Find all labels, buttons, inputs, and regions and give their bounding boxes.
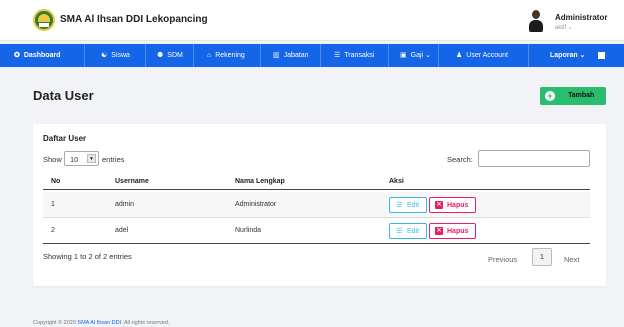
user-name[interactable]: Administrator [555, 13, 607, 22]
cart-icon: ☰ [334, 52, 341, 59]
cell-no: 2 [51, 227, 55, 234]
delete-button[interactable]: ✕ Hapus [429, 223, 476, 239]
dashboard-icon: ✪ [14, 52, 20, 59]
user-list-card: Daftar User Show 10 ▼ entries Search: No… [33, 124, 606, 286]
nav-rekening-label: Rekening [215, 52, 245, 59]
report-icon[interactable] [598, 52, 605, 59]
table-row: 2 adel Nurlinda ☰ Edit ✕ Hapus [43, 218, 590, 243]
wallet-icon: ▣ [400, 52, 407, 59]
nav-laporan-label: Laporan ⌄ [550, 52, 586, 59]
table-header-divider [43, 189, 590, 190]
pagination-previous[interactable]: Previous [488, 255, 517, 264]
plus-icon: + [545, 91, 555, 101]
nav-dashboard-label: Dashboard [23, 52, 61, 59]
page-size-select[interactable]: 10 ▼ [64, 151, 99, 166]
nav-laporan[interactable]: Laporan ⌄ [550, 44, 585, 67]
close-icon: ✕ [435, 227, 443, 235]
add-button-label: Tambah [568, 92, 595, 99]
footer-suffix: . All rights reserved. [121, 320, 170, 326]
top-header: SMA Al Ihsan DDI Lekopancing Administrat… [0, 0, 624, 41]
search-input[interactable] [478, 150, 590, 167]
pagination-page-1[interactable]: 1 [532, 248, 552, 266]
edit-button-label: Edit [407, 202, 420, 209]
col-header-username[interactable]: Username [115, 178, 149, 185]
nav-sdm-label: SDM [167, 52, 183, 59]
cell-nama: Nurlinda [235, 227, 262, 234]
nav-transaksi[interactable]: ☰ Transaksi [334, 44, 374, 67]
teacher-icon: ⚉ [157, 52, 164, 59]
cell-nama: Administrator [235, 201, 277, 208]
col-header-aksi[interactable]: Aksi [389, 178, 404, 185]
nav-siswa[interactable]: ☯ Siswa [101, 44, 130, 67]
edit-button-label: Edit [407, 228, 420, 235]
search-label: Search: [447, 155, 473, 164]
nav-gaji[interactable]: ▣ Gaji ⌄ [400, 44, 431, 67]
footer-link[interactable]: SMA Al Ihsan DDI [77, 320, 121, 326]
entries-label: entries [102, 155, 125, 164]
nav-user-account-label: User Account [466, 52, 508, 59]
cell-username: admin [115, 201, 135, 208]
page-title: Data User [33, 88, 94, 103]
table-bottom-divider [43, 243, 590, 244]
chart-icon: ▥ [273, 52, 280, 59]
nav-dashboard[interactable]: ✪ Dashboard [14, 44, 60, 67]
add-button[interactable]: + Tambah [540, 87, 606, 105]
table-info: Showing 1 to 2 of 2 entries [43, 252, 132, 261]
cell-no: 1 [51, 201, 55, 208]
show-label: Show [43, 155, 62, 164]
nav-jabatan-label: Jabatan [283, 52, 309, 59]
footer-prefix: Copyright © 2020 [33, 320, 76, 326]
edit-button[interactable]: ☰ Edit [389, 223, 427, 239]
col-header-nama[interactable]: Nama Lengkap [235, 178, 285, 185]
user-icon: ♟ [456, 52, 463, 59]
users-icon: ☯ [101, 52, 108, 59]
nav-sdm[interactable]: ⚉ SDM [157, 44, 183, 67]
edit-icon: ☰ [396, 228, 403, 235]
card-title: Daftar User [43, 134, 87, 143]
col-header-no[interactable]: No [51, 178, 60, 185]
user-status[interactable]: aktif ⌄ [555, 24, 573, 31]
delete-button-label: Hapus [447, 228, 469, 235]
user-avatar[interactable] [529, 10, 543, 32]
edit-icon: ☰ [396, 202, 403, 209]
close-icon: ✕ [435, 201, 443, 209]
main-navbar: ✪ Dashboard ☯ Siswa ⚉ SDM ⌂ Rekening ▥ Jabata… [0, 44, 624, 67]
delete-button-label: Hapus [447, 202, 469, 209]
cell-username: adel [115, 227, 129, 234]
footer: Copyright © 2020 SMA Al Ihsan DDI. All r… [33, 320, 169, 326]
app-title[interactable]: SMA Al Ihsan DDI Lekopancing [60, 14, 208, 25]
school-logo[interactable] [33, 9, 55, 31]
nav-transaksi-label: Transaksi [344, 52, 375, 59]
nav-jabatan[interactable]: ▥ Jabatan [273, 44, 309, 67]
nav-siswa-label: Siswa [111, 52, 130, 59]
nav-gaji-label: Gaji ⌄ [410, 52, 431, 59]
edit-button[interactable]: ☰ Edit [389, 197, 427, 213]
pagination-next[interactable]: Next [564, 255, 579, 264]
chevron-down-icon: ▼ [87, 154, 96, 163]
delete-button[interactable]: ✕ Hapus [429, 197, 476, 213]
bank-icon: ⌂ [207, 52, 212, 59]
nav-user-account[interactable]: ♟ User Account [456, 44, 508, 67]
table-row: 1 admin Administrator ☰ Edit ✕ Hapus [43, 192, 590, 217]
nav-rekening[interactable]: ⌂ Rekening [207, 44, 245, 67]
page-size-value: 10 [70, 155, 79, 164]
